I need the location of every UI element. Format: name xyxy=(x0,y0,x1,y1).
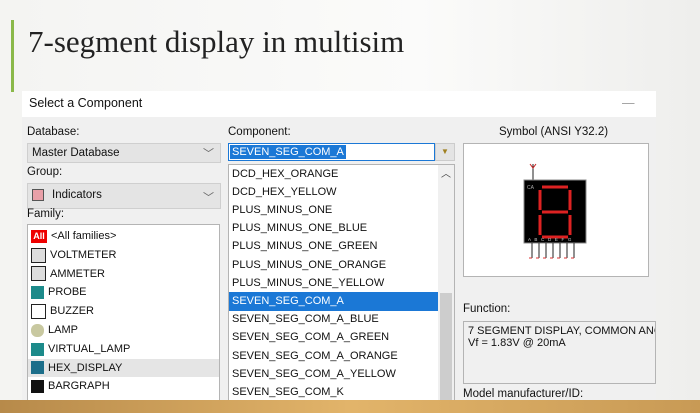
family-item[interactable]: VOLTMETER xyxy=(28,246,219,265)
family-item-label: HEX_DISPLAY xyxy=(48,361,123,374)
component-item[interactable]: DCD_HEX_YELLOW xyxy=(229,183,438,201)
family-item[interactable]: HEX_DISPLAY xyxy=(28,358,219,378)
virtual-lamp-icon xyxy=(31,342,44,356)
component-item[interactable]: PLUS_MINUS_ONE_YELLOW xyxy=(229,274,438,292)
family-item-label: <All families> xyxy=(51,230,117,242)
function-line: Vf = 1.83V @ 20mA xyxy=(468,337,566,349)
family-list[interactable]: All <All families> VOLTMETER AMMETER PROBE BU… xyxy=(27,224,220,408)
ammeter-icon xyxy=(31,266,46,282)
group-label: Group: xyxy=(27,166,63,178)
voltmeter-icon xyxy=(31,247,46,263)
family-item[interactable]: BARGRAPH xyxy=(28,377,219,396)
family-label: Family: xyxy=(27,208,65,220)
component-item[interactable]: SEVEN_SEG_COM_A_GREEN xyxy=(229,329,438,347)
component-item[interactable]: SEVEN_SEG_COM_K xyxy=(229,383,438,401)
dialog-titlebar: Select a Component — xyxy=(22,91,656,117)
component-item[interactable]: SEVEN_SEG_COM_A xyxy=(229,292,438,311)
buzzer-icon xyxy=(31,304,46,320)
scrollbar-thumb[interactable] xyxy=(440,293,452,402)
filter-icon: ▼ xyxy=(441,147,449,156)
family-item-label: VOLTMETER xyxy=(50,248,117,261)
family-item[interactable]: PROBE xyxy=(28,283,219,302)
group-select[interactable]: Indicators ﹀ xyxy=(27,183,221,209)
slide-title: 7-segment display in multisim xyxy=(28,24,405,59)
chevron-down-icon: ﹀ xyxy=(203,192,214,204)
family-item-label: BARGRAPH xyxy=(48,380,110,393)
family-item[interactable]: VIRTUAL_LAMP xyxy=(28,340,219,359)
component-input[interactable]: SEVEN_SEG_COM_A xyxy=(228,143,435,161)
all-icon: All xyxy=(31,229,47,243)
accent-bar xyxy=(11,20,14,92)
component-item[interactable]: PLUS_MINUS_ONE_BLUE xyxy=(229,220,438,238)
component-item[interactable]: PLUS_MINUS_ONE_GREEN xyxy=(229,238,438,256)
select-component-dialog: Select a Component — Database: Master Da… xyxy=(22,91,656,408)
family-item-label: LAMP xyxy=(48,323,78,336)
model-label: Model manufacturer/ID: xyxy=(463,388,584,400)
component-item[interactable]: DCD_HEX_ORANGE xyxy=(229,165,438,183)
indicators-icon xyxy=(32,189,44,201)
component-item[interactable]: SEVEN_SEG_COM_A_BLUE xyxy=(229,311,438,329)
family-item[interactable]: All <All families> xyxy=(28,227,219,246)
lamp-icon xyxy=(31,323,44,337)
scroll-up-icon[interactable]: ︿ xyxy=(438,165,454,180)
dialog-title: Select a Component xyxy=(29,96,143,110)
database-select[interactable]: Master Database ﹀ xyxy=(27,143,221,163)
family-item[interactable]: LAMP xyxy=(28,321,219,340)
family-item-label: AMMETER xyxy=(50,267,105,280)
probe-icon xyxy=(31,286,44,300)
pin-label-top: CA xyxy=(527,185,535,191)
component-value: SEVEN_SEG_COM_A xyxy=(230,145,346,159)
function-text: 7 SEGMENT DISPLAY, COMMON ANC Vf = 1.83V… xyxy=(463,321,656,384)
family-item[interactable]: BUZZER xyxy=(28,302,219,321)
symbol-preview: CA A B C D E F G xyxy=(463,143,649,277)
scrollbar[interactable]: ︿ xyxy=(438,165,454,402)
family-item-label: VIRTUAL_LAMP xyxy=(48,342,131,355)
component-item[interactable]: SEVEN_SEG_COM_A_ORANGE xyxy=(229,347,438,365)
symbol-label: Symbol (ANSI Y32.2) xyxy=(499,126,609,138)
slide-footer-strip xyxy=(0,400,700,413)
chevron-down-icon: ﹀ xyxy=(203,148,214,160)
function-label: Function: xyxy=(463,303,511,315)
component-item[interactable]: SEVEN_SEG_COM_A_YELLOW xyxy=(229,365,438,383)
family-item-label: PROBE xyxy=(48,286,87,299)
component-item[interactable]: PLUS_MINUS_ONE_ORANGE xyxy=(229,256,438,274)
function-line: 7 SEGMENT DISPLAY, COMMON ANC xyxy=(468,325,656,337)
family-item[interactable]: AMMETER xyxy=(28,265,219,284)
minimize-button[interactable]: — xyxy=(622,96,635,110)
group-value: Indicators xyxy=(52,189,102,201)
hex-display-icon xyxy=(31,361,44,375)
component-label: Component: xyxy=(228,126,291,138)
pin-label-bottom: A B C D E F G xyxy=(528,237,573,242)
component-item[interactable]: PLUS_MINUS_ONE xyxy=(229,201,438,219)
database-value: Master Database xyxy=(32,147,120,159)
family-item-label: BUZZER xyxy=(50,305,94,318)
seven-segment-symbol-icon: CA A B C D E F G xyxy=(523,163,587,259)
database-label: Database: xyxy=(27,126,80,138)
filter-button[interactable]: ▼ xyxy=(435,143,455,161)
bargraph-icon xyxy=(31,380,44,394)
component-list[interactable]: DCD_HEX_ORANGE DCD_HEX_YELLOW PLUS_MINUS_O… xyxy=(228,164,455,403)
